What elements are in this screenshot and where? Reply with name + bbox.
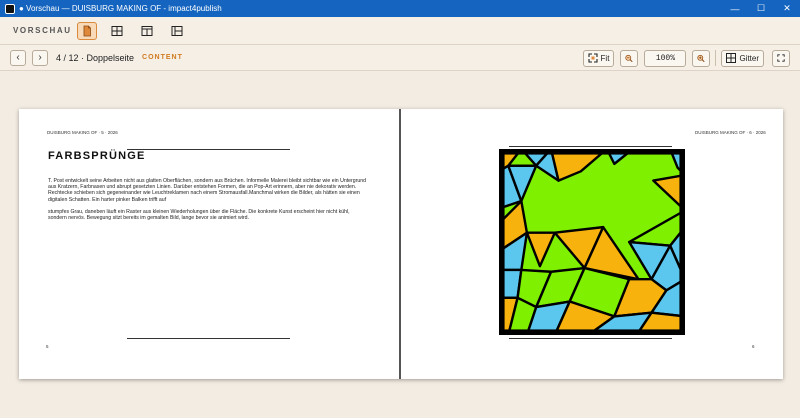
single-page-view-button[interactable] [77, 21, 97, 40]
right-folio: 6 [752, 344, 755, 349]
left-running-head: DUISBURG MAKING OF · 5 · 2026 [47, 130, 118, 135]
chevron-right-icon: › [38, 52, 42, 63]
next-page-button[interactable]: › [32, 49, 48, 66]
grid-icon [111, 25, 123, 36]
minimize-button[interactable]: — [722, 0, 748, 17]
zoom-controls: Fit 100% Gitter [582, 49, 790, 67]
fit-label: Fit [600, 53, 610, 63]
view-toolbar: VORSCHAU [0, 17, 800, 45]
grid-icon [726, 53, 737, 63]
zoom-value[interactable]: 100% [644, 49, 687, 67]
zoom-out-icon [625, 54, 634, 62]
close-button[interactable]: ✕ [774, 0, 800, 17]
stained-glass-artwork [499, 149, 685, 335]
toolbar-divider [715, 50, 717, 66]
window-title: ● Vorschau — DUISBURG MAKING OF - impact… [19, 4, 222, 13]
body-paragraph-1: T. Post entwickelt seine Arbeiten nicht … [48, 178, 367, 203]
fullscreen-button[interactable] [772, 49, 790, 67]
top-rule-left [127, 149, 290, 150]
section-label: CONTENT [142, 54, 183, 61]
left-folio: 5 [46, 344, 49, 349]
window-controls: — ☐ ✕ [722, 0, 800, 17]
list-view-button[interactable] [167, 22, 187, 40]
page-heading: FARBSPRÜNGE [48, 150, 146, 162]
list-icon [171, 25, 183, 36]
spread-gutter [399, 109, 401, 379]
grid-label: Gitter [739, 53, 759, 63]
title-bar: ● Vorschau — DUISBURG MAKING OF - impact… [0, 0, 800, 17]
chevron-left-icon: ‹ [16, 52, 20, 63]
page-spread: DUISBURG MAKING OF · 5 · 2026 FARBSPRÜNG… [19, 109, 783, 379]
maximize-button[interactable]: ☐ [748, 0, 774, 17]
right-running-head: DUISBURG MAKING OF · 6 · 2026 [695, 130, 766, 135]
zoom-in-button[interactable] [692, 49, 711, 67]
fullscreen-icon [777, 54, 785, 62]
previous-page-button[interactable]: ‹ [10, 49, 26, 66]
fit-button[interactable]: Fit [582, 49, 615, 67]
zoom-out-button[interactable] [620, 49, 639, 67]
bottom-rule-left [127, 338, 290, 339]
fit-icon [587, 53, 598, 63]
app-icon [5, 3, 15, 14]
brand-label: VORSCHAU [13, 26, 72, 35]
preview-workspace: DUISBURG MAKING OF · 5 · 2026 FARBSPRÜNG… [0, 71, 800, 418]
page-info: 4 / 12 · Doppelseite [56, 52, 135, 63]
body-paragraph-2: stumpfes Grau, daneben läuft ein Raster … [48, 209, 350, 222]
bottom-rule-right [509, 338, 672, 339]
zoom-in-icon [697, 54, 706, 62]
grid-view-button[interactable] [107, 22, 127, 40]
top-rule-right [509, 146, 672, 147]
spread-icon [141, 25, 153, 36]
spread-view-button[interactable] [137, 22, 157, 40]
document-icon [83, 25, 91, 36]
grid-toggle-button[interactable]: Gitter [721, 49, 764, 67]
navigation-toolbar: ‹ › 4 / 12 · Doppelseite CONTENT Fit 100… [0, 45, 800, 71]
